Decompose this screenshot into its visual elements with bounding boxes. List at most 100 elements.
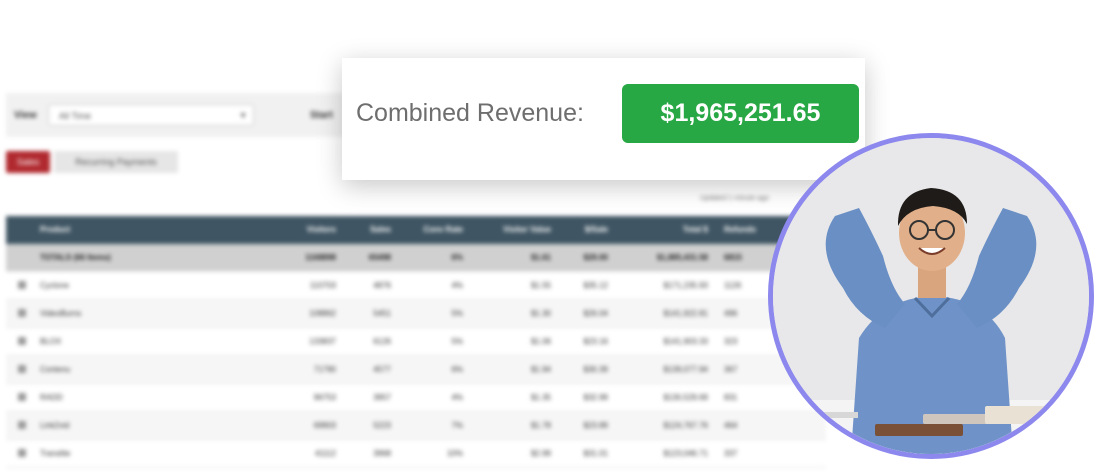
cell-sales: 4876	[373, 281, 391, 290]
totals-visitor-value: $1.61	[530, 253, 551, 262]
cell-visitor-value: $1.55	[530, 281, 551, 290]
cell-total: $124,767.76	[663, 421, 709, 430]
cell-refunds: 337	[724, 449, 738, 458]
cell-refunds: 831	[724, 393, 738, 402]
cell-per-sale: $23.89	[583, 421, 608, 430]
cell-per-sale: $26.04	[583, 309, 608, 318]
relaxed-man-illustration	[773, 138, 1089, 454]
cell-visitors: 133837	[309, 337, 336, 346]
totals-label: TOTALS (66 Items)	[40, 253, 111, 262]
table-header: Product Visitors Sales Conv Rate Visitor…	[6, 216, 826, 244]
cell-product: BLOX	[40, 337, 62, 346]
cell-sales: 5451	[373, 309, 391, 318]
cell-product: RADD	[40, 393, 63, 402]
table-row[interactable]: Cyclone 110703 4876 4% $1.55 $35.12 $171,235.9…	[6, 272, 826, 300]
totals-row: TOTALS (66 Items) 1168898 65498 6% $1.61…	[6, 244, 826, 272]
cell-sales: 5223	[373, 421, 391, 430]
cell-per-sale: $35.12	[583, 281, 608, 290]
cell-conv-rate: 7%	[451, 421, 463, 430]
cell-total: $141,903.33	[663, 337, 709, 346]
cell-sales: 4577	[373, 365, 391, 374]
cell-conv-rate: 5%	[451, 309, 463, 318]
expand-icon[interactable]	[18, 393, 26, 401]
cell-refunds: 323	[724, 337, 738, 346]
cell-per-sale: $30.39	[583, 365, 608, 374]
totals-conv-rate: 6%	[451, 253, 463, 262]
cell-conv-rate: 4%	[451, 281, 463, 290]
cell-conv-rate: 6%	[451, 365, 463, 374]
cell-total: $171,235.93	[663, 281, 709, 290]
cell-total: $141,922.81	[663, 309, 709, 318]
cell-refunds: 464	[724, 421, 738, 430]
cell-product: Cyclone	[40, 281, 69, 290]
col-visitors[interactable]: Visitors	[276, 216, 336, 244]
updated-timestamp: Updated 1 minute ago	[700, 195, 769, 202]
combined-revenue-label: Combined Revenue:	[356, 99, 584, 127]
cell-refunds: 1126	[724, 281, 742, 290]
table-row[interactable]: RADD 96753 3957 4% $1.35 $32.99 $130,529.69 831	[6, 384, 826, 412]
cell-visitors: 96753	[313, 393, 336, 402]
cell-total: $139,077.94	[663, 365, 709, 374]
view-select[interactable]: All Time ▼	[48, 104, 254, 126]
cell-per-sale: $32.99	[583, 393, 608, 402]
expand-icon[interactable]	[18, 337, 26, 345]
col-refunds[interactable]: Refunds	[724, 216, 756, 244]
expand-icon[interactable]	[18, 309, 26, 317]
combined-revenue-card: Combined Revenue: $1,965,251.65	[342, 58, 865, 180]
cell-total: $130,529.69	[663, 393, 709, 402]
cell-sales: 6126	[373, 337, 391, 346]
table-row[interactable]: Translite 41112 3968 10% $2.99 $31.01 $123,046…	[6, 440, 826, 468]
table-row[interactable]: BLOX 133837 6126 5% $1.06 $23.16 $141,903.33 32…	[6, 328, 826, 356]
cell-conv-rate: 5%	[451, 337, 463, 346]
cell-visitor-value: $1.06	[530, 337, 551, 346]
cell-visitor-value: $1.30	[530, 309, 551, 318]
cell-sales: 3968	[373, 449, 391, 458]
col-total[interactable]: Total $	[616, 216, 708, 244]
happy-user-photo	[768, 133, 1094, 459]
totals-total: $1,885,431.58	[656, 253, 708, 262]
totals-per-sale: $29.00	[583, 253, 608, 262]
table-row[interactable]: Link2vid 69903 5223 7% $1.78 $23.89 $124,767.7…	[6, 412, 826, 440]
col-sales[interactable]: Sales	[346, 216, 391, 244]
expand-icon[interactable]	[18, 449, 26, 457]
sales-table: Product Visitors Sales Conv Rate Visitor…	[6, 216, 826, 468]
cell-total: $123,046.71	[663, 449, 709, 458]
col-conv-rate[interactable]: Conv Rate	[401, 216, 463, 244]
cell-conv-rate: 4%	[451, 393, 463, 402]
cell-product: Contenu	[40, 365, 71, 374]
cell-sales: 3957	[373, 393, 391, 402]
cell-visitor-value: $2.99	[530, 449, 551, 458]
totals-visitors: 1168898	[305, 253, 336, 262]
cell-visitor-value: $1.94	[530, 365, 551, 374]
view-label: View	[14, 110, 37, 121]
start-label: Start	[310, 110, 333, 121]
table-row[interactable]: Contenu 71790 4577 6% $1.94 $30.39 $139,077.94…	[6, 356, 826, 384]
cell-conv-rate: 10%	[446, 449, 463, 458]
cell-visitor-value: $1.78	[530, 421, 551, 430]
cell-visitor-value: $1.35	[530, 393, 551, 402]
cell-refunds: 367	[724, 365, 738, 374]
combined-revenue-value: $1,965,251.65	[622, 84, 859, 143]
cell-visitors: 108862	[309, 309, 336, 318]
cell-product: VideoBurns	[40, 309, 82, 318]
table-row[interactable]: VideoBurns 108862 5451 5% $1.30 $26.04 $141,92…	[6, 300, 826, 328]
cell-per-sale: $31.01	[583, 449, 608, 458]
tab-sales[interactable]: Sales	[6, 151, 50, 173]
col-visitor-value[interactable]: Visitor Value	[471, 216, 551, 244]
cell-visitors: 69903	[313, 421, 336, 430]
col-per-sale[interactable]: $/Sale	[556, 216, 608, 244]
view-select-value: All Time	[59, 111, 92, 121]
expand-icon[interactable]	[18, 421, 26, 429]
totals-refunds: 6815	[724, 253, 742, 262]
cell-per-sale: $23.16	[583, 337, 608, 346]
cell-visitors: 110703	[309, 281, 336, 290]
cell-refunds: 496	[724, 309, 738, 318]
col-product[interactable]: Product	[40, 216, 70, 244]
expand-icon[interactable]	[18, 365, 26, 373]
cell-product: Translite	[40, 449, 71, 458]
tab-recurring-payments[interactable]: Recurring Payments	[54, 151, 178, 173]
table-body: Cyclone 110703 4876 4% $1.55 $35.12 $171,235.9…	[6, 272, 826, 468]
expand-icon[interactable]	[18, 281, 26, 289]
cell-visitors: 71790	[313, 365, 336, 374]
cell-visitors: 41112	[314, 449, 336, 458]
